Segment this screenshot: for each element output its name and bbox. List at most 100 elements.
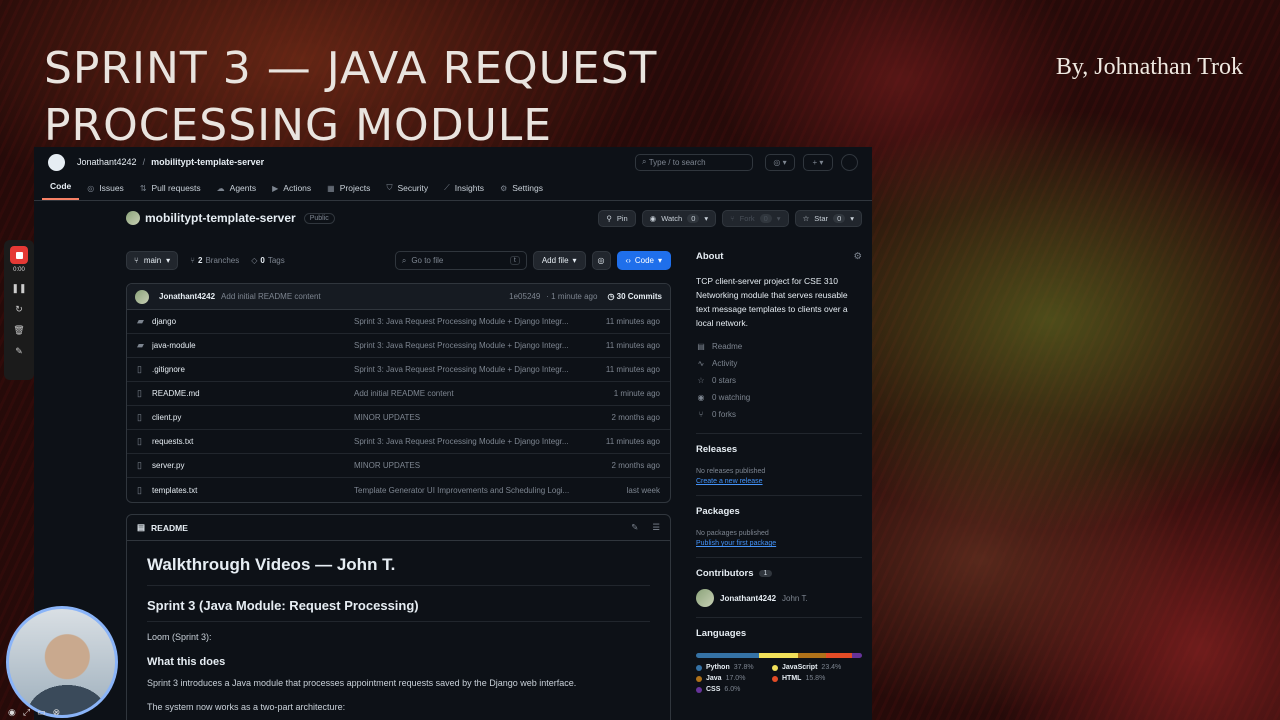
- releases-heading[interactable]: Releases: [696, 444, 862, 455]
- file-name[interactable]: java-module: [152, 341, 354, 350]
- code-button[interactable]: ‹› Code ▾: [616, 251, 671, 270]
- copilot-button[interactable]: ◎: [591, 251, 611, 270]
- star-button[interactable]: ☆ Star 0 ▾: [794, 209, 862, 227]
- readme-tab[interactable]: README: [151, 523, 188, 533]
- file-commit-time: 1 minute ago: [613, 389, 660, 398]
- gear-icon[interactable]: ⚙: [853, 251, 862, 262]
- file-commit-message[interactable]: Sprint 3: Java Request Processing Module…: [354, 365, 588, 374]
- breadcrumb-repo[interactable]: mobilitypt-template-server: [151, 157, 264, 167]
- pin-button[interactable]: ⚲ Pin: [598, 209, 636, 227]
- chevron-down-icon: ▾: [166, 256, 171, 265]
- tab-agents[interactable]: ☁ Agents: [209, 183, 264, 200]
- contributor-item[interactable]: Jonathant4242 John T.: [696, 589, 862, 607]
- file-commit-time: 11 minutes ago: [605, 317, 660, 326]
- language-item[interactable]: CSS 6.0%: [696, 686, 772, 693]
- chevron-down-icon: ▾: [776, 213, 781, 223]
- file-row[interactable]: ▯ .gitignore Sprint 3: Java Request Proces…: [127, 358, 670, 382]
- contributors-heading[interactable]: Contributors 1: [696, 568, 862, 579]
- file-row[interactable]: ▯ client.py MINOR UPDATES 2 months ago: [127, 406, 670, 430]
- file-row[interactable]: ▯ server.py MINOR UPDATES 2 months ago: [127, 454, 670, 478]
- commits-link[interactable]: ◷ 30 Commits: [607, 292, 662, 301]
- file-name[interactable]: client.py: [152, 413, 354, 422]
- file-row[interactable]: ▯ requests.txt Sprint 3: Java Request Proc…: [127, 430, 670, 454]
- file-icon: ▯: [137, 412, 142, 422]
- stop-recording-button[interactable]: [10, 246, 28, 264]
- file-commit-message[interactable]: MINOR UPDATES: [354, 461, 588, 470]
- tab-actions[interactable]: ▶ Actions: [264, 183, 319, 200]
- file-row[interactable]: ▯ templates.txt Template Generator UI Impr…: [127, 478, 670, 502]
- commit-message[interactable]: Add initial README content: [221, 292, 321, 301]
- file-commit-message[interactable]: MINOR UPDATES: [354, 413, 588, 422]
- github-logo-icon[interactable]: [48, 153, 65, 171]
- issues-circle-icon[interactable]: [841, 153, 858, 171]
- tags-link[interactable]: ◇ 0 Tags: [251, 256, 285, 265]
- readme-heading-2: Sprint 3 (Java Module: Request Processin…: [147, 598, 650, 622]
- about-link[interactable]: ⑂ 0 forks: [696, 406, 862, 423]
- file-icon: ▯: [137, 484, 142, 495]
- tab-insights[interactable]: ⟋ Insights: [436, 183, 492, 200]
- draw-icon[interactable]: ✎: [4, 346, 34, 357]
- camera-icon[interactable]: ◉: [8, 707, 16, 718]
- breadcrumb-owner[interactable]: Jonathant4242: [77, 157, 137, 167]
- tab-projects[interactable]: ▦ Projects: [319, 183, 378, 200]
- tab-issues[interactable]: ◎ Issues: [79, 183, 132, 200]
- tab-security[interactable]: ⛉ Security: [378, 183, 436, 200]
- copilot-icon[interactable]: ◎ ▾: [765, 153, 795, 171]
- tab-pull-requests[interactable]: ⇅ Pull requests: [132, 183, 209, 200]
- about-link[interactable]: ◉ 0 watching: [696, 389, 862, 406]
- branch-selector[interactable]: ⑂ main ▾: [126, 251, 179, 270]
- screen-icon[interactable]: ▭: [37, 707, 46, 718]
- file-name[interactable]: templates.txt: [152, 486, 354, 495]
- language-item[interactable]: Java 17.0%: [696, 675, 772, 682]
- webcam-bubble[interactable]: [6, 606, 118, 718]
- pause-icon[interactable]: ❚❚: [4, 283, 34, 294]
- file-row[interactable]: ▰ java-module Sprint 3: Java Request Proce…: [127, 334, 670, 358]
- branches-link[interactable]: ⑂ 2 Branches: [190, 256, 239, 265]
- tab-code[interactable]: Code: [42, 181, 80, 200]
- file-commit-message[interactable]: Template Generator UI Improvements and S…: [354, 486, 588, 495]
- close-icon[interactable]: ⊗: [53, 707, 61, 718]
- about-link[interactable]: ∿ Activity: [696, 355, 862, 372]
- file-row[interactable]: ▰ django Sprint 3: Java Request Processing…: [127, 310, 670, 334]
- readme-paragraph: Sprint 3 introduces a Java module that p…: [147, 678, 577, 688]
- go-to-file-input[interactable]: ⌕ Go to file t: [394, 251, 527, 270]
- file-name[interactable]: requests.txt: [152, 437, 354, 446]
- chevron-down-icon: ▾: [850, 213, 854, 223]
- eye-icon: ◉: [649, 213, 657, 223]
- tab-settings[interactable]: ⚙ Settings: [492, 183, 551, 200]
- about-link[interactable]: ☆ 0 stars: [696, 372, 862, 389]
- file-name[interactable]: server.py: [152, 461, 354, 470]
- publish-package-link[interactable]: Publish your first package: [696, 540, 862, 547]
- commit-author[interactable]: Jonathant4242: [159, 292, 215, 301]
- language-item[interactable]: JavaScript 23.4%: [772, 664, 862, 671]
- pencil-icon[interactable]: ✎: [631, 522, 638, 533]
- fork-button[interactable]: ⑂ Fork 0 ▾: [722, 209, 789, 227]
- file-commit-message[interactable]: Sprint 3: Java Request Processing Module…: [354, 437, 588, 446]
- repo-title[interactable]: mobilitypt-template-server: [145, 211, 296, 225]
- file-name[interactable]: django: [152, 317, 354, 326]
- outline-list-icon[interactable]: ☰: [652, 522, 660, 533]
- language-item[interactable]: HTML 15.8%: [772, 675, 862, 682]
- file-name[interactable]: .gitignore: [152, 365, 354, 374]
- expand-icon[interactable]: ⤢: [23, 707, 30, 718]
- file-commit-message[interactable]: Sprint 3: Java Request Processing Module…: [354, 341, 588, 350]
- restart-icon[interactable]: ↻: [4, 304, 34, 315]
- packages-heading[interactable]: Packages: [696, 506, 862, 517]
- slide-byline: By, Johnathan Trok: [1055, 54, 1243, 80]
- global-search-input[interactable]: ⌕ Type / to search: [635, 153, 753, 171]
- file-name[interactable]: README.md: [152, 389, 354, 398]
- file-commit-message[interactable]: Sprint 3: Java Request Processing Module…: [354, 317, 588, 326]
- file-row[interactable]: ▯ README.md Add initial README content 1 mi…: [127, 382, 670, 406]
- watch-button[interactable]: ◉ Watch 0 ▾: [641, 209, 717, 227]
- file-commit-message[interactable]: Add initial README content: [354, 389, 588, 398]
- language-item[interactable]: Python 37.8%: [696, 664, 772, 671]
- create-new-icon[interactable]: + ▾: [803, 153, 833, 171]
- about-link[interactable]: ▤ Readme: [696, 338, 862, 355]
- trash-icon[interactable]: 🗑: [4, 325, 34, 336]
- file-commit-time: last week: [626, 485, 660, 495]
- file-commit-time: 2 months ago: [611, 461, 660, 470]
- commit-sha[interactable]: 1e05249: [509, 292, 540, 301]
- chevron-down-icon: ▾: [572, 256, 577, 265]
- add-file-button[interactable]: Add file ▾: [532, 251, 586, 270]
- create-release-link[interactable]: Create a new release: [696, 478, 862, 485]
